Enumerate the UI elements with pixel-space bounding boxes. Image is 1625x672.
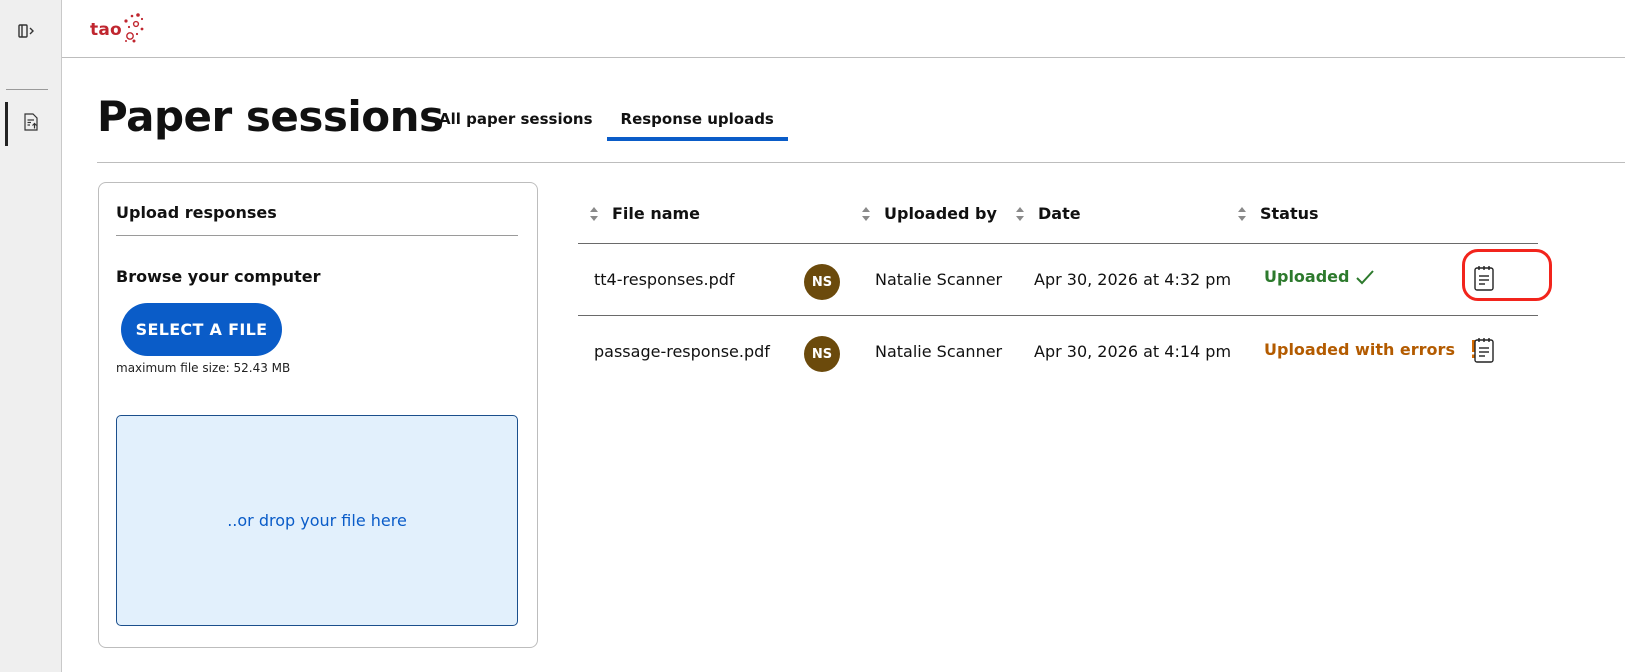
column-label: Status — [1260, 204, 1319, 223]
upload-panel: Upload responses Browse your computer SE… — [98, 182, 538, 648]
browse-label: Browse your computer — [116, 267, 321, 286]
status-badge: Uploaded with errors — [1264, 339, 1481, 359]
sidebar-collapse-icon[interactable] — [16, 20, 38, 42]
sidebar-divider — [6, 89, 48, 90]
checkmark-icon — [1356, 269, 1375, 284]
uploaded-by-cell: Natalie Scanner — [875, 342, 1003, 361]
tab-all-paper-sessions[interactable]: All paper sessions — [425, 100, 607, 140]
file-dropzone[interactable]: ..or drop your file here — [116, 415, 518, 626]
column-header-uploaded-by[interactable]: Uploaded by — [860, 204, 997, 223]
table-row: tt4-responses.pdf NS Natalie Scanner Apr… — [578, 244, 1538, 316]
column-header-status[interactable]: Status — [1236, 204, 1319, 223]
table-row: passage-response.pdf NS Natalie Scanner … — [578, 316, 1538, 388]
dropzone-text: ..or drop your file here — [227, 511, 407, 530]
logo-dots-icon — [124, 13, 144, 43]
sidebar — [0, 0, 62, 672]
page-title: Paper sessions — [97, 92, 444, 141]
status-text: Uploaded with errors — [1264, 339, 1455, 359]
sort-icon — [1238, 206, 1246, 221]
clipboard-icon — [1474, 266, 1494, 291]
view-report-button[interactable] — [1462, 330, 1506, 370]
active-indicator — [5, 102, 8, 146]
column-label: Date — [1038, 204, 1081, 223]
sidebar-item-paper-sessions[interactable] — [5, 102, 57, 146]
uploaded-by-cell: Natalie Scanner — [875, 270, 1003, 289]
sort-icon — [1016, 206, 1024, 221]
clipboard-icon — [1474, 338, 1494, 363]
select-file-button[interactable]: SELECT A FILE — [121, 303, 282, 356]
file-name-cell: tt4-responses.pdf — [594, 270, 735, 289]
column-header-date[interactable]: Date — [1014, 204, 1081, 223]
column-label: Uploaded by — [884, 204, 997, 223]
file-name-cell: passage-response.pdf — [594, 342, 770, 361]
status-badge: Uploaded — [1264, 267, 1375, 286]
date-cell: Apr 30, 2026 at 4:14 pm — [1034, 342, 1232, 361]
upload-panel-title: Upload responses — [116, 203, 277, 222]
avatar: NS — [804, 336, 840, 372]
avatar: NS — [804, 264, 840, 300]
top-bar: tao — [62, 0, 1625, 58]
tab-bar: All paper sessions Response uploads — [425, 100, 789, 141]
date-cell: Apr 30, 2026 at 4:32 pm — [1034, 270, 1232, 289]
panel-divider — [116, 235, 518, 236]
uploads-table: File name Uploaded by Date Status tt4-re… — [578, 192, 1538, 388]
status-text: Uploaded — [1264, 267, 1350, 286]
tab-response-uploads[interactable]: Response uploads — [606, 100, 789, 141]
tao-logo[interactable]: tao — [90, 10, 150, 44]
document-upload-icon — [23, 113, 39, 135]
max-file-size-text: maximum file size: 52.43 MB — [116, 361, 291, 375]
table-header: File name Uploaded by Date Status — [578, 192, 1538, 244]
sort-icon — [590, 206, 598, 221]
sort-icon — [862, 206, 870, 221]
column-header-file-name[interactable]: File name — [588, 204, 700, 223]
view-report-button[interactable] — [1462, 258, 1506, 298]
heading-divider — [97, 162, 1625, 163]
column-label: File name — [612, 204, 701, 223]
